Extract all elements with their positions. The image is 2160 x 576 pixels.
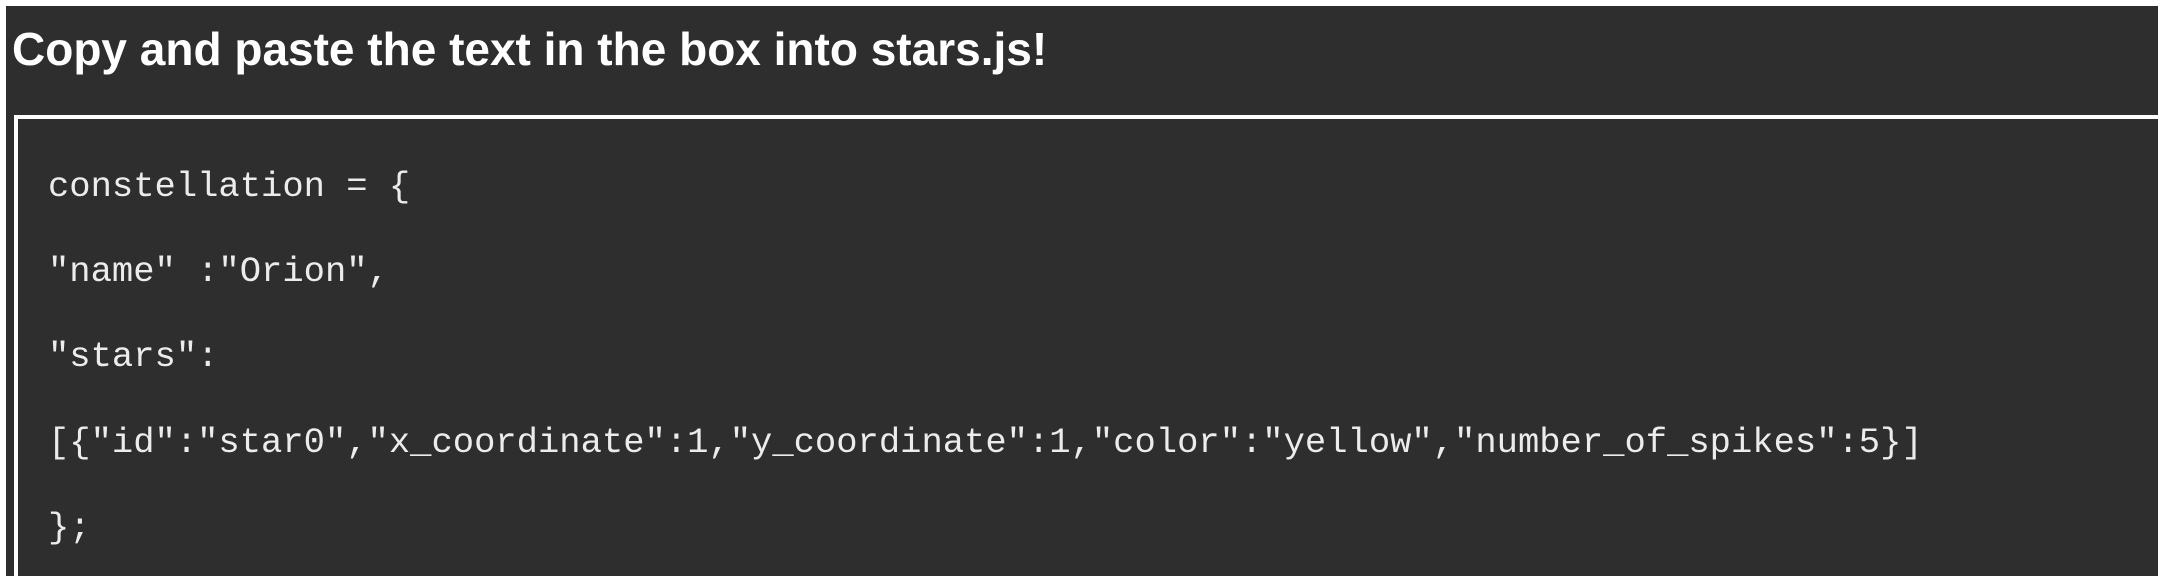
code-line: constellation = { — [48, 166, 411, 207]
code-box[interactable]: constellation = { "name" :"Orion", "star… — [14, 115, 2158, 576]
code-line: }; — [48, 507, 91, 548]
instruction-panel: Copy and paste the text in the box into … — [6, 6, 2158, 576]
page-title: Copy and paste the text in the box into … — [12, 23, 1048, 75]
code-line: "name" :"Orion", — [48, 251, 389, 292]
code-line: "stars": — [48, 336, 219, 377]
code-line: [{"id":"star0","x_coordinate":1,"y_coord… — [48, 422, 1923, 463]
